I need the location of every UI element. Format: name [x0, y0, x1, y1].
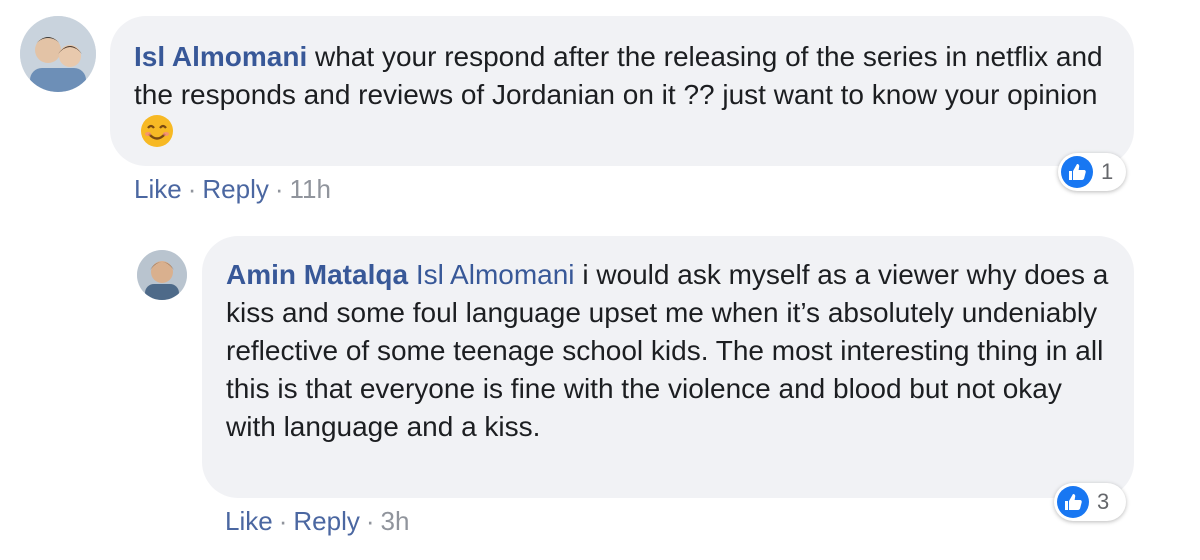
separator-dot: ·	[274, 174, 284, 204]
timestamp[interactable]: 3h	[381, 506, 410, 536]
comment-author[interactable]: Amin Matalqa	[226, 259, 408, 290]
like-icon	[1057, 486, 1089, 518]
comment-bubble: Isl Almomani what your respond after the…	[110, 16, 1134, 166]
reaction-count-badge[interactable]: 3	[1054, 483, 1126, 521]
reaction-count: 1	[1101, 159, 1114, 184]
timestamp[interactable]: 11h	[290, 174, 331, 204]
reaction-count: 3	[1097, 489, 1110, 514]
separator-dot: ·	[278, 506, 288, 536]
mention-link[interactable]: Isl Almomani	[416, 259, 575, 290]
like-icon	[1061, 156, 1093, 188]
like-link[interactable]: Like	[225, 506, 273, 536]
reaction-count-badge[interactable]: 1	[1058, 153, 1126, 191]
comment-bubble: Amin Matalqa Isl Almomani i would ask my…	[202, 236, 1134, 498]
comment-actions: Like · Reply · 3h	[225, 506, 409, 537]
smiling-face-emoji-icon	[140, 114, 174, 158]
separator-dot: ·	[187, 174, 197, 204]
avatar[interactable]	[20, 16, 96, 92]
avatar[interactable]	[137, 250, 187, 300]
reply-link[interactable]: Reply	[202, 174, 268, 204]
separator-dot: ·	[365, 506, 375, 536]
comment-author[interactable]: Isl Almomani	[134, 41, 307, 72]
comment-actions: Like · Reply · 11h	[134, 174, 331, 205]
reply-link[interactable]: Reply	[293, 506, 359, 536]
like-link[interactable]: Like	[134, 174, 182, 204]
